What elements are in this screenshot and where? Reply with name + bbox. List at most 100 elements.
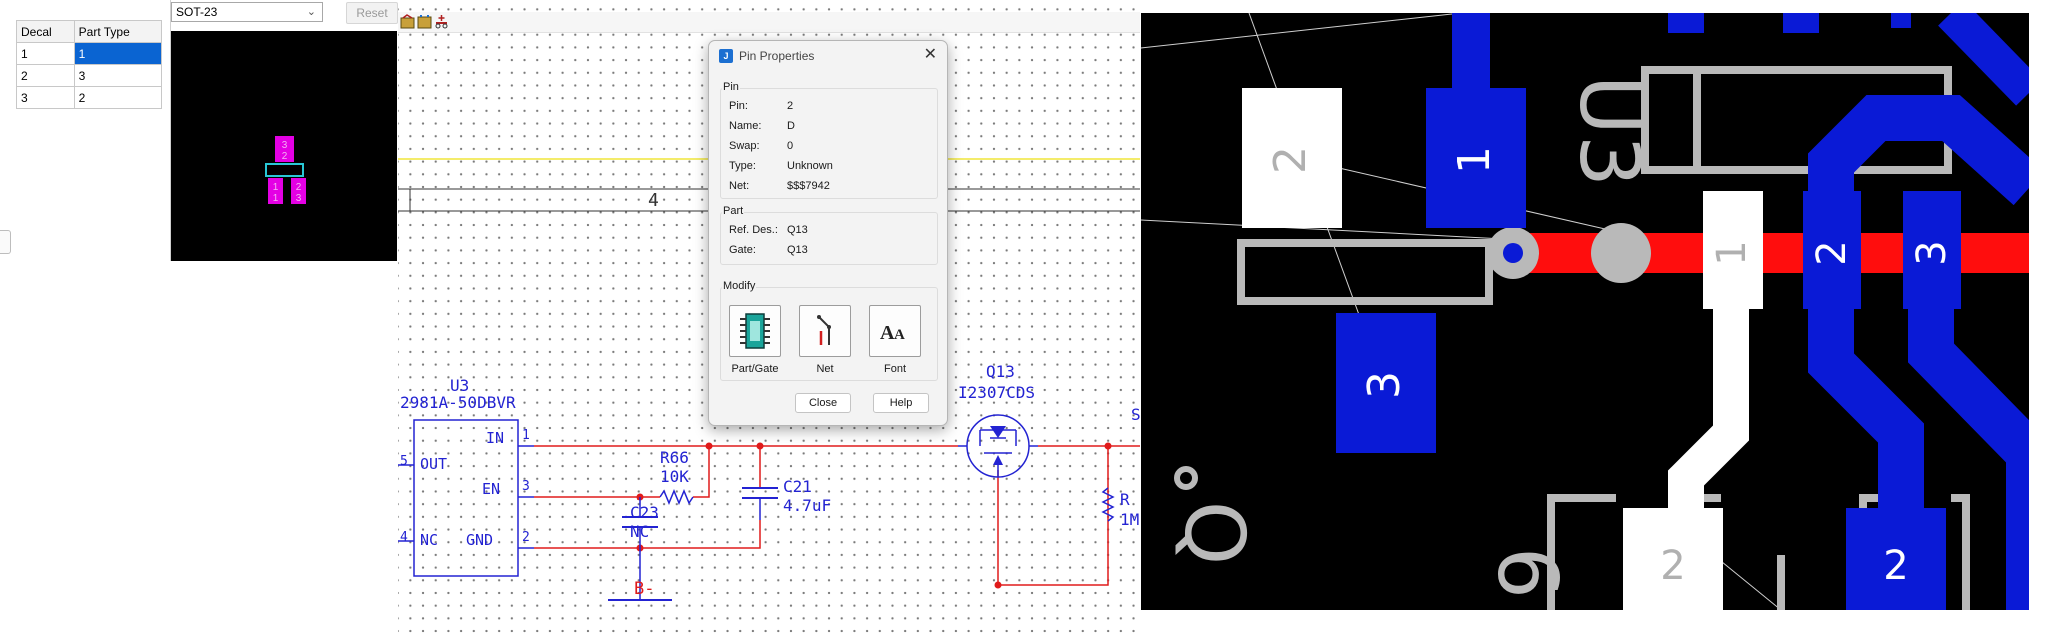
c21-ref: C21 bbox=[783, 477, 812, 496]
silk-6-label: 6 bbox=[1479, 547, 1574, 599]
c23-value: NC bbox=[630, 522, 649, 541]
gate-label: Gate: bbox=[729, 244, 756, 256]
svg-text:2: 2 bbox=[1883, 543, 1908, 589]
pcb-drawing: 2 1 3 1 2 3 2 2 U3 Q 6 bbox=[1141, 13, 2029, 610]
pcb-canvas[interactable]: 2 1 3 1 2 3 2 2 U3 Q 6 bbox=[1141, 13, 2029, 610]
font-icon: A A bbox=[880, 322, 905, 344]
pin-type-value: Unknown bbox=[787, 160, 833, 172]
u3-pin-out: OUT bbox=[420, 455, 447, 473]
pin-number-label: Pin: bbox=[729, 100, 748, 112]
junction-dot bbox=[705, 442, 713, 450]
q13-value: I2307CDS bbox=[958, 383, 1035, 402]
decal-column-header[interactable]: Decal bbox=[16, 20, 75, 43]
c21-capacitor[interactable]: C21 4.7uF bbox=[742, 477, 831, 520]
r66-value: 10K bbox=[660, 467, 689, 486]
c23-ref: C23 bbox=[630, 503, 659, 522]
font-label: Font bbox=[883, 363, 906, 375]
via bbox=[1591, 223, 1651, 283]
decal-dropdown[interactable]: SOT-23 ⌄ bbox=[171, 2, 323, 22]
svg-text:3: 3 bbox=[282, 140, 288, 151]
pad-right-blue-a[interactable]: 2 bbox=[1803, 191, 1861, 309]
decal-preview: 3 2 1 1 2 3 bbox=[171, 31, 397, 261]
svg-text:1: 1 bbox=[1709, 240, 1755, 265]
pad-bottom-blue[interactable]: 2 bbox=[1846, 508, 1946, 610]
junction-dot bbox=[756, 442, 764, 450]
u3-pin-num-3: 3 bbox=[522, 479, 530, 494]
c23-capacitor[interactable]: C23 NC bbox=[622, 497, 659, 548]
table-row[interactable]: 1 1 bbox=[16, 42, 163, 65]
q13-mosfet[interactable]: Q13 I2307CDS bbox=[958, 362, 1038, 478]
wizard-icon[interactable] bbox=[417, 14, 432, 29]
u3-pin-num-4: 4 bbox=[400, 530, 408, 545]
add-connection-icon[interactable] bbox=[434, 14, 449, 29]
font-button[interactable]: A A bbox=[869, 305, 921, 357]
pin-properties-dialog: J Pin Properties ✕ Pin Pin: 2 Name: D Sw… bbox=[708, 40, 948, 426]
junction-dot bbox=[994, 581, 1002, 589]
decal-cell[interactable]: 3 bbox=[16, 86, 75, 109]
pin-number-value: 2 bbox=[787, 100, 794, 112]
pin-swap-value: 0 bbox=[787, 140, 794, 152]
net-icon bbox=[817, 315, 831, 345]
app-icon: J bbox=[719, 49, 733, 63]
u3-symbol[interactable]: U3 2981A-50DBVR IN OUT EN NC GND 1 3 2 5… bbox=[398, 376, 534, 577]
u3-pin-nc: NC bbox=[420, 531, 438, 549]
close-button[interactable]: Close bbox=[795, 393, 851, 413]
u3-pin-num-2: 2 bbox=[522, 530, 530, 545]
edge-label-s: S bbox=[1131, 405, 1140, 424]
dialog-titlebar[interactable]: J Pin Properties ✕ bbox=[709, 41, 947, 71]
ref-des-label: Ref. Des.: bbox=[729, 224, 778, 236]
dialog-title: Pin Properties bbox=[739, 49, 815, 63]
schematic-toolbar bbox=[398, 12, 1140, 33]
side-panel-button[interactable] bbox=[0, 230, 11, 254]
preview-pad-2: 2 3 bbox=[291, 178, 306, 204]
r66-resistor[interactable]: R66 10K bbox=[640, 448, 694, 505]
part-group-title: Part bbox=[722, 205, 745, 217]
pin-net-value: $$$7942 bbox=[787, 180, 830, 192]
close-icon[interactable]: ✕ bbox=[924, 46, 937, 64]
pad-center-white[interactable]: 1 bbox=[1703, 191, 1763, 309]
junction-dot bbox=[1104, 442, 1112, 450]
u3-pin-num-5: 5 bbox=[400, 454, 408, 469]
decal-cell[interactable]: 1 bbox=[16, 42, 75, 65]
part-gate-button[interactable] bbox=[729, 305, 781, 357]
via-drill bbox=[1503, 243, 1523, 263]
decal-dropdown-value: SOT-23 bbox=[176, 5, 218, 19]
white-trace bbox=[1668, 288, 1749, 523]
table-row[interactable]: 3 2 bbox=[16, 86, 163, 109]
svg-text:2: 2 bbox=[282, 151, 288, 162]
svg-text:3: 3 bbox=[296, 193, 302, 204]
help-button[interactable]: Help bbox=[873, 393, 929, 413]
svg-text:1: 1 bbox=[273, 193, 279, 204]
u3-pin-en: EN bbox=[482, 480, 500, 498]
part-type-cell[interactable]: 1 bbox=[73, 42, 163, 65]
svg-text:A: A bbox=[880, 322, 895, 344]
preview-pad-1: 1 1 bbox=[268, 178, 283, 204]
sheet-zone-number: 4 bbox=[648, 190, 659, 211]
svg-text:2: 2 bbox=[296, 182, 302, 193]
schematic-wires bbox=[534, 445, 1140, 586]
q13-ref: Q13 bbox=[986, 362, 1015, 381]
pad-bottom-white[interactable]: 2 bbox=[1623, 508, 1723, 610]
b-minus-ground[interactable]: B- bbox=[608, 548, 672, 601]
part-type-column-header[interactable]: Part Type bbox=[73, 20, 163, 43]
part-type-cell[interactable]: 3 bbox=[73, 64, 163, 87]
reset-button[interactable]: Reset bbox=[346, 2, 398, 24]
part-type-cell[interactable]: 2 bbox=[73, 86, 163, 109]
silk-dot bbox=[1174, 466, 1198, 490]
pad-left-blue-bottom[interactable]: 3 bbox=[1336, 313, 1436, 453]
pin-mapping-panel: Decal Part Type 1 1 2 3 3 2 bbox=[0, 0, 171, 261]
right-resistor-value: 1M bbox=[1120, 510, 1139, 529]
decal-cell[interactable]: 2 bbox=[16, 64, 75, 87]
pad-left-white[interactable]: 2 bbox=[1242, 88, 1342, 228]
svg-text:1: 1 bbox=[1449, 146, 1500, 174]
pin-net-label: Net: bbox=[729, 180, 750, 192]
modify-group-title: Modify bbox=[722, 280, 757, 292]
table-row[interactable]: 2 3 bbox=[16, 64, 163, 87]
select-filter-icon[interactable] bbox=[400, 14, 415, 29]
pad-right-blue-b[interactable]: 3 bbox=[1903, 191, 1961, 309]
svg-text:2: 2 bbox=[1660, 543, 1685, 589]
pin-type-label: Type: bbox=[729, 160, 756, 172]
net-button[interactable] bbox=[799, 305, 851, 357]
pad-left-blue-top[interactable]: 1 bbox=[1426, 88, 1526, 228]
svg-text:2: 2 bbox=[1265, 146, 1316, 174]
